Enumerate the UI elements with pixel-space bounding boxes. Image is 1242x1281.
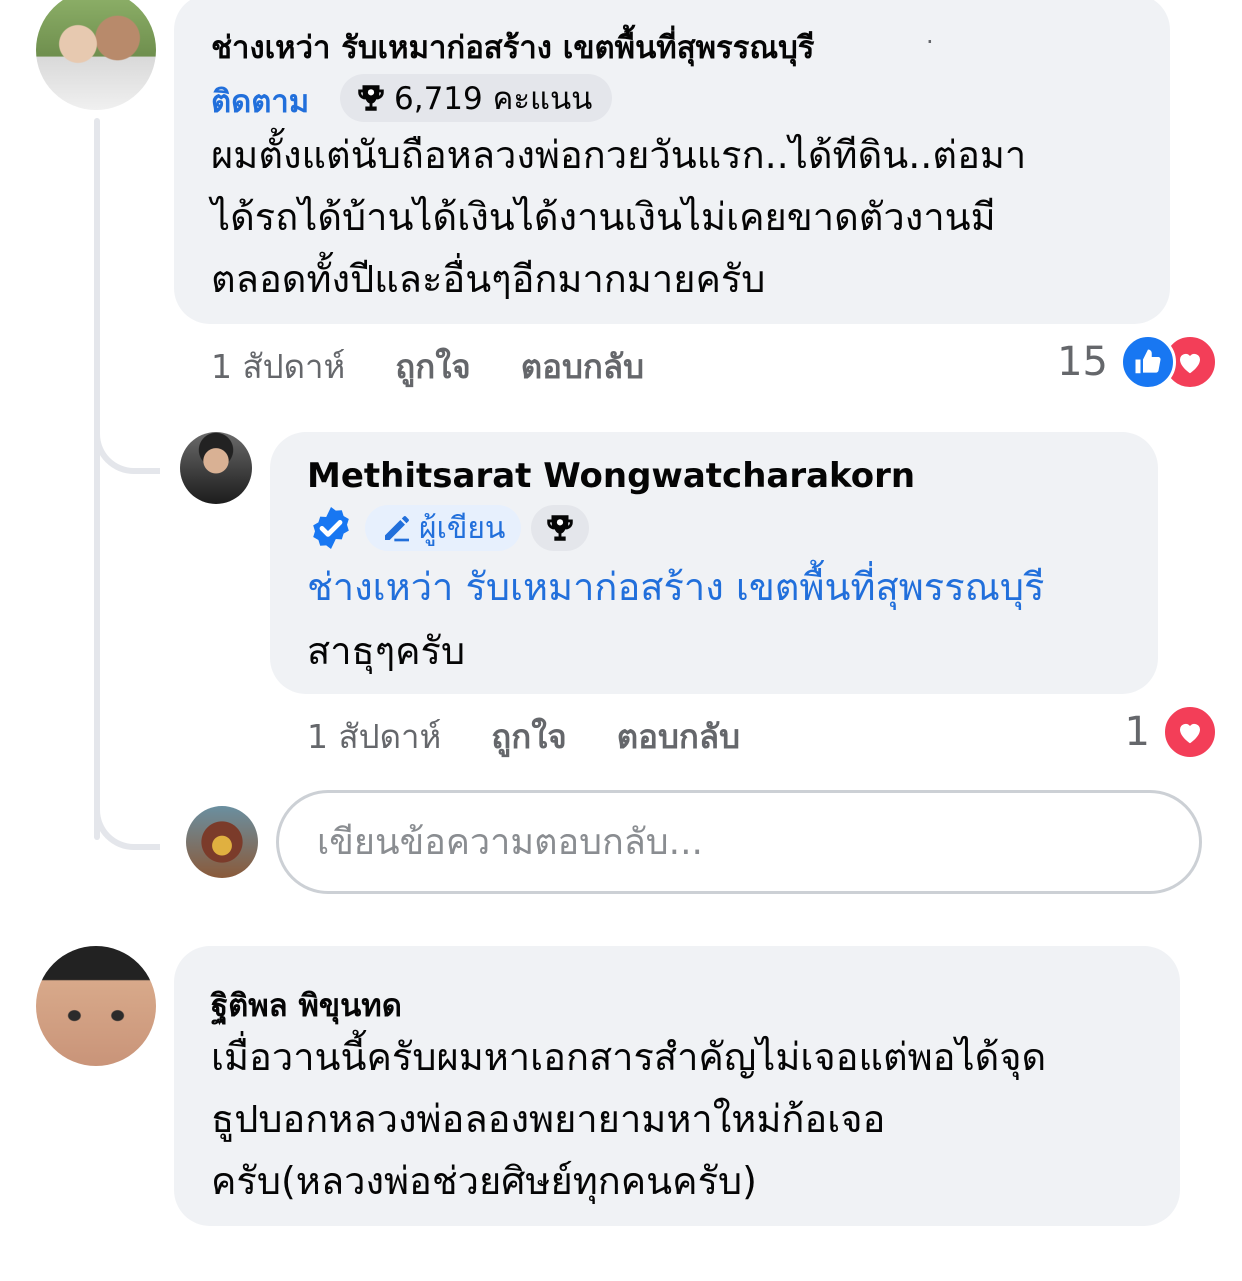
comment-actions: 1 สัปดาห์ ถูกใจ ตอบกลับ (211, 340, 644, 393)
avatar[interactable] (180, 432, 252, 504)
reply-button[interactable]: ตอบกลับ (521, 340, 644, 393)
follow-link[interactable]: ติดตาม (211, 76, 309, 126)
like-button[interactable]: ถูกใจ (395, 340, 470, 393)
thread-branch-input (94, 760, 160, 850)
like-button[interactable]: ถูกใจ (491, 710, 566, 763)
like-icon (1120, 334, 1176, 390)
avatar[interactable] (36, 946, 156, 1066)
verified-icon (313, 507, 349, 549)
reaction-summary[interactable]: 15 (1057, 334, 1218, 390)
reply-button[interactable]: ตอบกลับ (617, 710, 740, 763)
reply-actions: 1 สัปดาห์ ถูกใจ ตอบกลับ (307, 710, 740, 763)
mention-link[interactable]: ช่างเหว่า รับเหมาก่อสร้าง เขตพื้นที่สุพร… (307, 556, 1044, 617)
reaction-count: 15 (1057, 339, 1108, 385)
trophy-badge (531, 505, 590, 551)
reaction-summary[interactable]: 1 (1125, 704, 1218, 760)
reaction-count: 1 (1124, 709, 1150, 755)
comment-text: ผมตั้งแต่นับถือหลวงพ่อกวยวันแรก..ได้ทีดิ… (211, 133, 1027, 301)
trophy-icon (547, 515, 574, 541)
author-badge: ผู้เขียน (365, 505, 522, 551)
comment-author[interactable]: ฐิติพล พิขุนทด (211, 980, 402, 1030)
reply-input[interactable] (315, 820, 1159, 864)
current-user-avatar[interactable] (186, 806, 258, 878)
avatar[interactable] (36, 0, 156, 110)
thread-line (94, 118, 100, 840)
reply-author[interactable]: Methitsarat Wongwatcharakorn (307, 456, 915, 496)
love-icon (1162, 704, 1218, 760)
thread-branch-reply (94, 380, 160, 474)
comment-text: เมื่อวานนี้ครับผมหาเอกสารสำคัญไม่เจอแต่พ… (211, 1035, 1047, 1203)
author-badges: ผู้เขียน (307, 504, 590, 552)
separator-dot: · (926, 28, 934, 56)
points-badge: 6,719 คะแนน (340, 74, 612, 122)
points-label: 6,719 คะแนน (394, 81, 593, 117)
timestamp[interactable]: 1 สัปดาห์ (307, 710, 441, 763)
reply-text: สาธุๆครับ (307, 629, 466, 673)
pencil-icon (385, 516, 409, 542)
author-badge-label: ผู้เขียน (419, 510, 506, 546)
timestamp[interactable]: 1 สัปดาห์ (211, 340, 345, 393)
comment-author[interactable]: ช่างเหว่า รับเหมาก่อสร้าง เขตพื้นที่สุพร… (211, 22, 814, 72)
trophy-icon (358, 85, 384, 111)
reply-input-box[interactable] (276, 790, 1202, 894)
